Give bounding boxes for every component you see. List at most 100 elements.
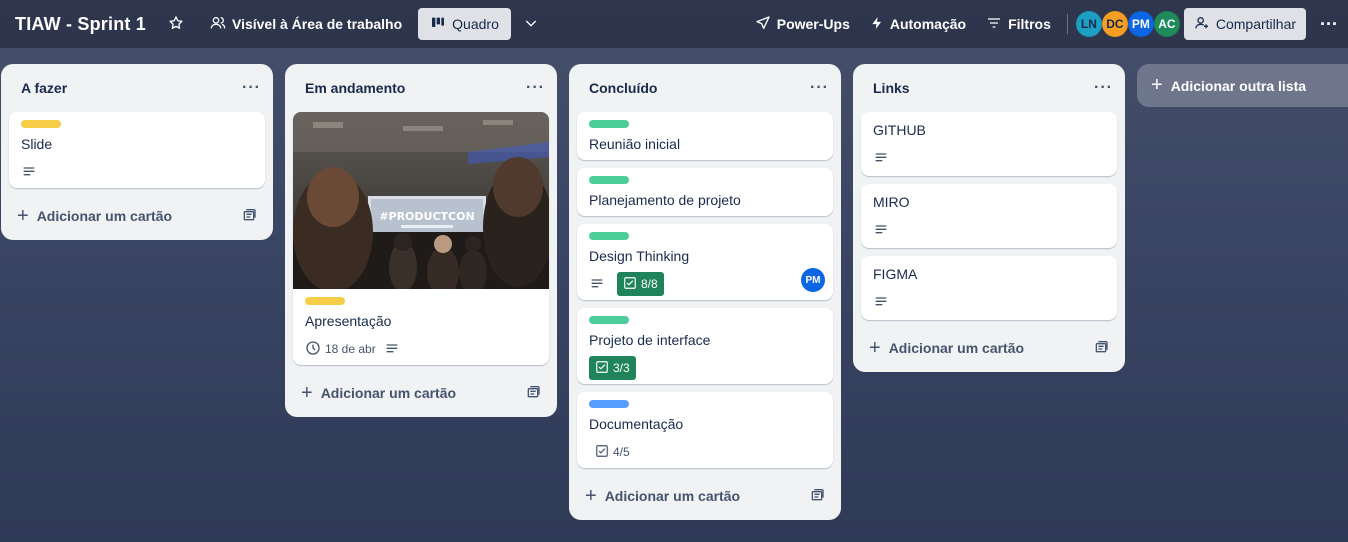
add-card-button[interactable]: + Adicionar um cartão bbox=[285, 373, 557, 417]
add-card-label: Adicionar um cartão bbox=[604, 488, 741, 504]
card-badges: 4/5 bbox=[589, 440, 821, 464]
card-projeto-interface[interactable]: Projeto de interface 3/3 bbox=[577, 308, 833, 384]
visibility-label: Visível à Área de trabalho bbox=[232, 16, 403, 32]
card-documentacao[interactable]: Documentação 4/5 bbox=[577, 392, 833, 468]
star-icon bbox=[168, 15, 190, 34]
plus-icon: + bbox=[17, 205, 29, 227]
member-avatar[interactable]: LN bbox=[1075, 11, 1102, 37]
description-icon bbox=[873, 294, 893, 310]
due-date-text: 18 de abr bbox=[325, 342, 376, 356]
board-view-button[interactable]: Quadro bbox=[418, 8, 511, 40]
card-member-avatar[interactable]: PM bbox=[801, 268, 825, 292]
cover-event-text: #PRODUCTCON bbox=[379, 210, 474, 223]
add-card-button[interactable]: + Adicionar um cartão bbox=[1, 196, 273, 240]
list-links: Links ··· GITHUB MIRO FIGMA + Adicionar … bbox=[853, 64, 1125, 372]
list-header: A fazer ··· bbox=[1, 64, 273, 112]
card-badges: 3/3 bbox=[589, 356, 821, 380]
checkbox-icon bbox=[595, 360, 613, 377]
card-title: GITHUB bbox=[873, 122, 926, 138]
plus-icon: + bbox=[301, 382, 313, 404]
add-card-label: Adicionar um cartão bbox=[888, 340, 1025, 356]
filters-label: Filtros bbox=[1008, 16, 1051, 32]
card-apresentacao[interactable]: #PRODUCTCON Apresentação 18 de abr bbox=[293, 112, 549, 365]
list-header: Links ··· bbox=[853, 64, 1125, 112]
card-github[interactable]: GITHUB bbox=[861, 112, 1117, 176]
filters-button[interactable]: Filtros bbox=[978, 8, 1059, 40]
list-header: Concluído ··· bbox=[569, 64, 841, 112]
add-card-button[interactable]: + Adicionar um cartão bbox=[569, 476, 841, 520]
card-badges: 18 de abr bbox=[305, 337, 537, 361]
card-miro[interactable]: MIRO bbox=[861, 184, 1117, 248]
card-label-yellow[interactable] bbox=[305, 297, 345, 305]
card-label-green[interactable] bbox=[589, 232, 629, 240]
add-list-button[interactable]: + Adicionar outra lista bbox=[1137, 64, 1348, 107]
card-label-blue[interactable] bbox=[589, 400, 629, 408]
list-title[interactable]: Links bbox=[873, 80, 910, 96]
due-date-badge[interactable]: 18 de abr bbox=[305, 340, 376, 359]
card-title: FIGMA bbox=[873, 266, 918, 282]
add-person-icon bbox=[1194, 15, 1216, 34]
plus-icon: + bbox=[585, 485, 597, 507]
automation-label: Automação bbox=[889, 16, 967, 32]
card-reuniao-inicial[interactable]: Reunião inicial bbox=[577, 112, 833, 160]
clock-icon bbox=[305, 340, 325, 359]
card-title: Projeto de interface bbox=[589, 332, 711, 348]
template-icon[interactable] bbox=[241, 207, 257, 226]
description-icon bbox=[873, 222, 893, 238]
card-label-green[interactable] bbox=[589, 120, 629, 128]
add-card-button[interactable]: + Adicionar um cartão bbox=[853, 328, 1125, 372]
more-menu-button[interactable]: ··· bbox=[1310, 8, 1348, 40]
card-badges bbox=[21, 160, 253, 184]
card-label-green[interactable] bbox=[589, 316, 629, 324]
description-icon bbox=[873, 150, 893, 166]
board-view-icon bbox=[430, 15, 452, 34]
checklist-count: 3/3 bbox=[613, 361, 630, 375]
card-title: Slide bbox=[21, 136, 53, 152]
card-label-green[interactable] bbox=[589, 176, 629, 184]
list-em-andamento: Em andamento ··· #PRODUCTCON Apresentaçã… bbox=[285, 64, 557, 417]
checklist-count: 4/5 bbox=[613, 445, 630, 459]
template-icon[interactable] bbox=[809, 487, 825, 506]
card-label-yellow[interactable] bbox=[21, 120, 61, 128]
board-view-label: Quadro bbox=[452, 16, 499, 32]
add-card-label: Adicionar um cartão bbox=[36, 208, 173, 224]
card-badges: 8/8 bbox=[589, 272, 821, 296]
rocket-icon bbox=[755, 15, 777, 34]
list-menu-icon[interactable]: ··· bbox=[242, 79, 261, 97]
card-title: Planejamento de projeto bbox=[589, 192, 741, 208]
member-avatar[interactable]: PM bbox=[1127, 11, 1154, 37]
views-dropdown-button[interactable] bbox=[515, 8, 553, 40]
checklist-count: 8/8 bbox=[641, 277, 658, 291]
star-button[interactable] bbox=[160, 8, 198, 40]
card-design-thinking[interactable]: Design Thinking 8/8 PM bbox=[577, 224, 833, 300]
card-cover-image: #PRODUCTCON bbox=[293, 112, 549, 289]
add-list-label: Adicionar outra lista bbox=[1170, 77, 1307, 94]
list-menu-icon[interactable]: ··· bbox=[810, 79, 829, 97]
checkbox-icon bbox=[623, 276, 641, 293]
card-slide[interactable]: Slide bbox=[9, 112, 265, 188]
list-title[interactable]: Em andamento bbox=[305, 80, 405, 96]
list-concluido: Concluído ··· Reunião inicial Planejamen… bbox=[569, 64, 841, 520]
share-label: Compartilhar bbox=[1215, 16, 1297, 32]
share-button[interactable]: Compartilhar bbox=[1183, 8, 1307, 40]
card-title: MIRO bbox=[873, 194, 910, 210]
card-figma[interactable]: FIGMA bbox=[861, 256, 1117, 320]
list-title[interactable]: Concluído bbox=[589, 80, 657, 96]
powerups-button[interactable]: Power-Ups bbox=[747, 8, 858, 40]
visibility-button[interactable]: Visível à Área de trabalho bbox=[202, 8, 410, 40]
template-icon[interactable] bbox=[525, 384, 541, 403]
checklist-badge: 4/5 bbox=[589, 444, 630, 461]
member-avatar[interactable]: AC bbox=[1153, 11, 1180, 37]
board-title[interactable]: TIAW - Sprint 1 bbox=[15, 14, 146, 35]
template-icon[interactable] bbox=[1093, 339, 1109, 358]
add-card-label: Adicionar um cartão bbox=[320, 385, 457, 401]
list-menu-icon[interactable]: ··· bbox=[1094, 79, 1113, 97]
card-badges bbox=[873, 218, 1105, 242]
automation-button[interactable]: Automação bbox=[862, 8, 974, 40]
member-avatar[interactable]: DC bbox=[1101, 11, 1128, 37]
list-menu-icon[interactable]: ··· bbox=[526, 79, 545, 97]
card-title: Reunião inicial bbox=[589, 136, 681, 152]
list-title[interactable]: A fazer bbox=[21, 80, 67, 96]
card-planejamento[interactable]: Planejamento de projeto bbox=[577, 168, 833, 216]
list-header: Em andamento ··· bbox=[285, 64, 557, 112]
